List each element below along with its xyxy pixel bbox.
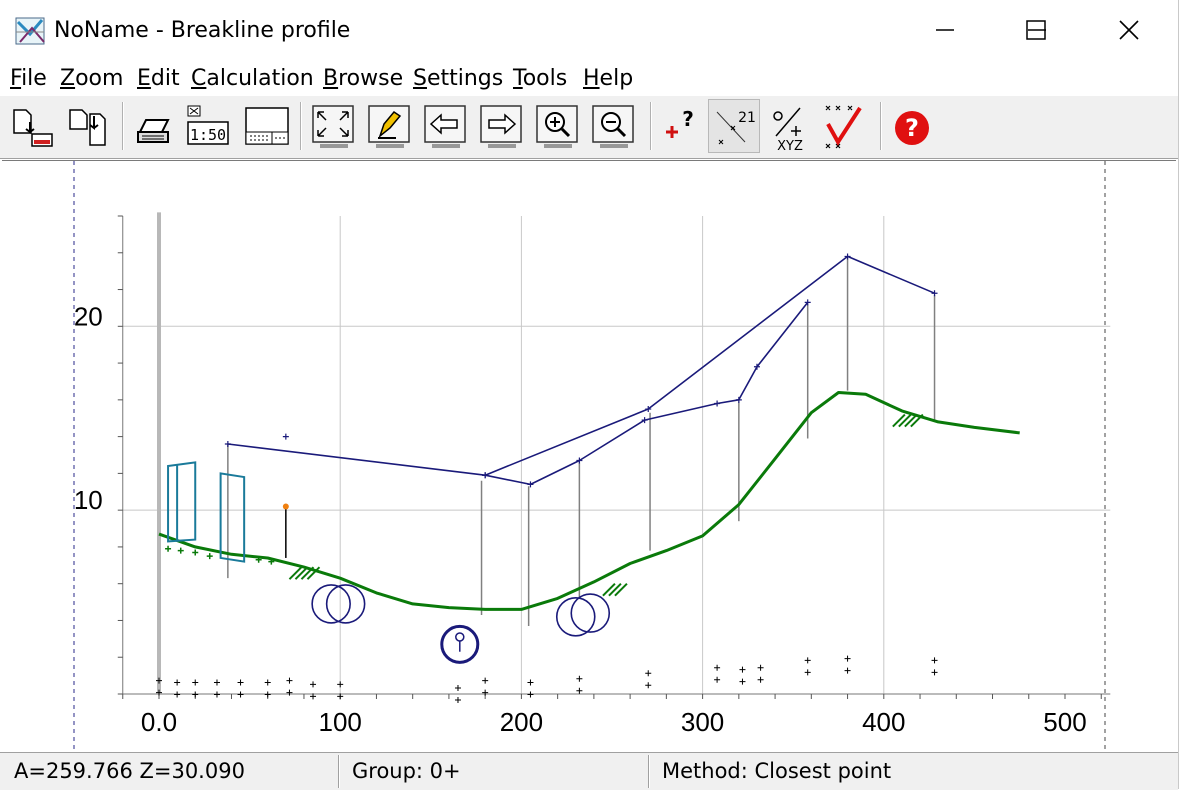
status-coordinates: A=259.766 Z=30.090 <box>14 759 245 783</box>
ground-mark <box>213 679 220 698</box>
series-profile-lower <box>485 301 809 486</box>
structure-rect <box>167 461 197 543</box>
x-tick-label: 0.0 <box>141 707 177 737</box>
ground-mark <box>237 679 244 698</box>
series-profile-upper <box>227 255 935 477</box>
ground-mark <box>757 664 764 683</box>
export-icon[interactable] <box>64 100 112 152</box>
terrain-point <box>165 545 172 552</box>
manhole-center <box>455 632 465 642</box>
vertical-lines <box>227 258 936 626</box>
pipe-circle <box>570 593 611 633</box>
zoom-extents-icon[interactable] <box>310 100 358 152</box>
import-icon[interactable] <box>8 100 56 152</box>
menu-settings[interactable]: Settings <box>413 66 503 91</box>
menu-file[interactable]: File <box>10 66 47 91</box>
series-point <box>714 400 721 407</box>
series-point <box>482 472 489 479</box>
window-controls <box>936 20 1139 40</box>
terrain-hatch <box>614 582 628 597</box>
orange-point <box>282 503 289 510</box>
terrain-point <box>177 547 184 554</box>
series-point <box>931 290 938 297</box>
app-window: NoName - Breakline profile File Zoom Edit C… <box>0 0 1179 790</box>
ground-mark <box>482 677 489 696</box>
xyz-icon[interactable]: XYZ <box>766 100 814 152</box>
plot-frame <box>73 161 1111 752</box>
maximize-icon[interactable] <box>1026 20 1046 40</box>
x-tick-label: 400 <box>862 707 905 737</box>
ground-mark <box>310 681 317 700</box>
terrain-point <box>206 553 213 560</box>
zoom-in-icon[interactable] <box>534 100 582 152</box>
menu-bar: File Zoom Edit Calculation Browse Settings Too… <box>0 62 1178 96</box>
ground-mark <box>804 657 811 676</box>
ground-mark <box>527 679 534 698</box>
isolated-point <box>282 433 289 440</box>
check-icon[interactable] <box>822 100 870 152</box>
x-tick-label: 500 <box>1043 707 1086 737</box>
status-bar: A=259.766 Z=30.090 Group: 0+ Method: Clo… <box>0 752 1178 790</box>
series-point <box>224 440 231 447</box>
pan-left-icon[interactable] <box>422 100 470 152</box>
terrain-hatch <box>904 413 918 428</box>
layout-icon[interactable] <box>242 100 290 152</box>
ground-mark <box>739 666 746 685</box>
terrain-hatch <box>288 566 303 580</box>
toolbar: 1:50 ? 21 XYZ ? <box>0 96 1178 159</box>
series-point <box>735 396 742 403</box>
profile-plot-area[interactable]: 0.0 100 200 300 400 500 10 20 <box>2 160 1176 752</box>
terrain-hatch <box>608 582 622 597</box>
ground-mark <box>576 675 583 694</box>
close-icon[interactable] <box>1119 20 1139 40</box>
profile-chart[interactable]: 0.0 100 200 300 400 500 10 20 <box>2 161 1176 752</box>
menu-tools[interactable]: Tools <box>513 66 567 91</box>
zoom-out-icon[interactable] <box>590 100 638 152</box>
terrain-point <box>192 549 199 556</box>
x-tick-label: 300 <box>681 707 724 737</box>
point-number-button[interactable]: 21 <box>708 99 760 153</box>
point-number-icon: 21 <box>716 110 756 145</box>
x-tick-label: 100 <box>319 707 362 737</box>
terrain-hatch <box>892 413 906 428</box>
x-tick-label: 200 <box>500 707 543 737</box>
pan-right-icon[interactable] <box>478 100 526 152</box>
status-group: Group: 0+ <box>352 759 461 783</box>
y-tick-label: 20 <box>74 301 103 331</box>
help-icon[interactable]: ? <box>888 100 936 152</box>
ground-mark <box>264 679 271 698</box>
svg-text:?: ? <box>682 107 694 131</box>
terrain-hatch <box>898 413 912 428</box>
menu-browse[interactable]: Browse <box>323 66 403 91</box>
scale-icon[interactable]: 1:50 <box>184 100 232 152</box>
terrain-hatch <box>602 582 616 597</box>
scale-label: 1:50 <box>190 126 226 144</box>
structure-rect <box>219 472 246 563</box>
add-point-query-icon[interactable]: ? <box>658 100 706 152</box>
menu-zoom[interactable]: Zoom <box>60 66 123 91</box>
xyz-label: XYZ <box>777 139 803 152</box>
series-terrain-green <box>158 391 1020 611</box>
ground-mark <box>931 657 938 676</box>
print-icon[interactable] <box>130 100 178 152</box>
menu-help[interactable]: Help <box>583 66 633 91</box>
status-method: Method: Closest point <box>662 759 892 783</box>
ground-mark <box>192 679 199 698</box>
ground-mark <box>645 670 652 689</box>
terrain-hatch <box>294 566 309 580</box>
ground-mark <box>286 677 293 696</box>
grid <box>122 216 1111 694</box>
menu-edit[interactable]: Edit <box>137 66 180 91</box>
y-tick-label: 10 <box>74 485 103 515</box>
svg-text:?: ? <box>905 114 919 142</box>
point-number-label: 21 <box>738 110 756 126</box>
axis-ticks <box>117 215 1102 699</box>
series <box>158 253 1020 611</box>
ground-mark <box>714 664 721 683</box>
edit-pencil-icon[interactable] <box>366 100 414 152</box>
pipe-circle <box>555 596 596 637</box>
ground-mark <box>844 655 851 674</box>
menu-calculation[interactable]: Calculation <box>191 66 314 91</box>
ground-mark <box>174 679 181 698</box>
